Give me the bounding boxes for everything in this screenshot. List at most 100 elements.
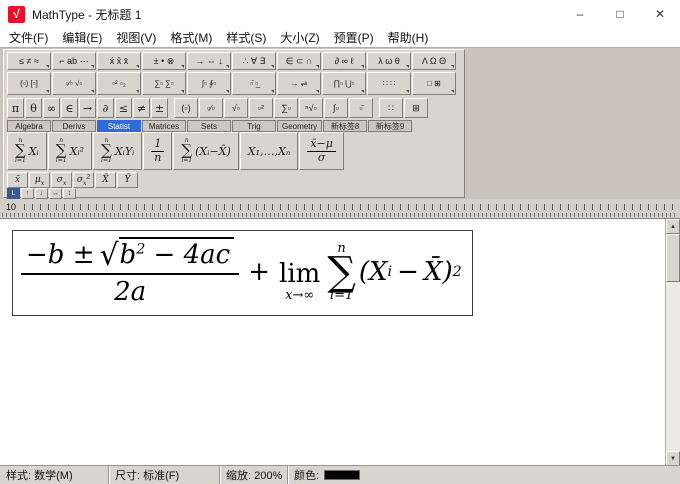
palette-relational[interactable]: ≤ ≠ ≈ [7,52,51,70]
radicand: b2 − 4ac [119,237,235,270]
palette-matrices[interactable]: ∷ ∷ [367,72,411,95]
template-integral[interactable]: ∫▫ [324,98,348,118]
symbol-arrow[interactable]: → [79,98,96,118]
tiny-tab-5[interactable]: ↕ [63,188,76,199]
symbol-leq[interactable]: ≤ [115,98,132,118]
tab-sets[interactable]: Sets [187,120,231,132]
template-sum[interactable]: ∑▫ [274,98,298,118]
variable-x: X [369,257,388,287]
stat-template-sum-xi-squared[interactable]: n ∑ i=1 Xᵢ² [48,132,92,170]
equation-canvas[interactable]: −b ± √ b2 − 4ac 2a + lim x→∞ n ∑ i=1 (Xi… [0,219,680,466]
minimize-button[interactable]: – [560,0,600,28]
maximize-button[interactable]: □ [600,0,640,28]
symbol-neq[interactable]: ≠ [133,98,150,118]
symbol-infinity[interactable]: ∞ [43,98,60,118]
palette-embellishments[interactable]: x́ x̂ x̄ [97,52,141,70]
vertical-scrollbar[interactable]: ▲ ▼ [665,219,680,466]
status-zoom[interactable]: 缩放: 200% [220,466,288,484]
term-exponent: 2 [453,264,462,280]
tab-derivs[interactable]: Derivs [52,120,96,132]
sum-lower: i=1 [181,158,192,164]
stat-template-sum-xiyi[interactable]: n ∑ i=1 XᵢYᵢ [93,132,142,170]
palette-products-sets[interactable]: ∏▫ ⋃▫ [322,72,366,95]
tab-algebra[interactable]: Algebra [7,120,51,132]
stat-small-X-bar[interactable]: X̄ [95,172,116,188]
template-nth-root[interactable]: ⁿ√▫ [299,98,323,118]
symbol-theta[interactable]: θ [25,98,42,118]
stat-small-mu-x[interactable]: μx [29,172,50,188]
status-color-label: 颜色: [294,467,319,483]
app-icon[interactable]: √ [8,6,25,23]
template-overbar[interactable]: ▫̄ [349,98,373,118]
tiny-tab-1[interactable]: L [7,188,20,199]
stat-small-sigma-x-squared[interactable]: σx2 [73,172,94,188]
palette-arrows[interactable]: → ⇔ ↓ [187,52,231,70]
tab-matrices[interactable]: Matrices [142,120,186,132]
toolbar-spacer [374,98,378,118]
toolbar-zone: ≤ ≠ ≈ ⌐ ab ⋯ x́ x̂ x̄ ± • ⊗ → ⇔ ↓ ∴ ∀ ∃ … [0,48,680,199]
stat-template-standardize[interactable]: x̄−μ σ [299,132,344,170]
menu-preferences[interactable]: 预置(P) [327,27,381,48]
equation[interactable]: −b ± √ b2 − 4ac 2a + lim x→∞ n ∑ i=1 (Xi… [12,230,473,316]
menu-style[interactable]: 样式(S) [219,27,273,48]
menu-help[interactable]: 帮助(H) [381,27,436,48]
mathtype-window: √ MathType - 无标题 1 – □ ✕ 文件(F) 编辑(E) 视图(… [0,0,680,484]
palette-sums[interactable]: ∑▫ ∑▫ [142,72,186,95]
stat-template-x1-to-xn[interactable]: X₁,…,Xₙ [240,132,299,170]
symbol-element-of[interactable]: ∈ [61,98,78,118]
ruler: 10 [0,199,680,219]
tab-geometry[interactable]: Geometry [277,120,322,132]
color-swatch [324,470,360,480]
palette-boxes[interactable]: □ ⊞ [412,72,456,95]
stat-template-sum-deviation[interactable]: n ∑ i=1 (Xᵢ−X̄) [173,132,238,170]
status-style[interactable]: 样式: 数学(M) [0,466,109,484]
template-sqrt[interactable]: √▫ [224,98,248,118]
status-size[interactable]: 尺寸: 标准(F) [109,466,220,484]
stat-template-sum-xi[interactable]: n ∑ i=1 Xᵢ [7,132,47,170]
symbol-pi[interactable]: π [7,98,24,118]
sum-lower: i=1 [15,158,26,164]
palette-integrals[interactable]: ∫▫ ∮▫ [187,72,231,95]
palette-misc-symbols[interactable]: ∂ ∞ ℓ [322,52,366,70]
scrollbar-thumb[interactable] [666,234,680,282]
tiny-tab-2[interactable]: ↑ [21,188,34,199]
menu-format[interactable]: 格式(M) [163,27,219,48]
stat-template-one-over-n[interactable]: 1 n [143,132,172,170]
stat-small-xbar[interactable]: x̄ [7,172,28,188]
template-superscript[interactable]: ▫² [249,98,273,118]
tiny-tab-3[interactable]: ↓ [35,188,48,199]
template-fence[interactable]: (▫) [174,98,198,118]
tab-custom-8[interactable]: 新标签8 [323,120,367,132]
menu-edit[interactable]: 编辑(E) [55,27,109,48]
template-matrix[interactable]: ∷ [379,98,403,118]
symbol-superscript: 2 [86,174,90,181]
scroll-up-icon[interactable]: ▲ [666,219,680,234]
palette-bars[interactable]: ▫̄ ▫̲ [232,72,276,95]
summation-lower: i=1 [330,289,353,302]
tab-trig[interactable]: Trig [232,120,276,132]
template-fraction[interactable]: ▫∕▫ [199,98,223,118]
palette-logic[interactable]: ∴ ∀ ∃ [232,52,276,70]
palette-fences[interactable]: (▫) [▫] [7,72,51,95]
tiny-tab-4[interactable]: ↔ [49,188,62,199]
menu-file[interactable]: 文件(F) [2,27,55,48]
template-box[interactable]: ⊞ [404,98,428,118]
palette-labeled-arrows[interactable]: → ⇌ [277,72,321,95]
palette-operators[interactable]: ± • ⊗ [142,52,186,70]
palette-scripts[interactable]: ▫² ▫₂ [97,72,141,95]
close-button[interactable]: ✕ [640,0,680,28]
palette-fractions-radicals[interactable]: ▫∕▫ √▫ [52,72,96,95]
stat-small-Y-bar[interactable]: Ȳ [117,172,138,188]
tab-statistics[interactable]: Statist [97,120,141,132]
palette-spaces-ellipses[interactable]: ⌐ ab ⋯ [52,52,96,70]
palette-greek-upper[interactable]: Λ Ω Θ [412,52,456,70]
symbol-partial[interactable]: ∂ [97,98,114,118]
stat-small-sigma-x[interactable]: σx [51,172,72,188]
palette-greek-lower[interactable]: λ ω θ [367,52,411,70]
palette-set-theory[interactable]: ∈ ⊂ ∩ [277,52,321,70]
scroll-down-icon[interactable]: ▼ [666,451,680,466]
menu-view[interactable]: 视图(V) [109,27,163,48]
tab-custom-9[interactable]: 新标签9 [368,120,412,132]
menu-size[interactable]: 大小(Z) [273,27,326,48]
symbol-plus-minus[interactable]: ± [151,98,168,118]
